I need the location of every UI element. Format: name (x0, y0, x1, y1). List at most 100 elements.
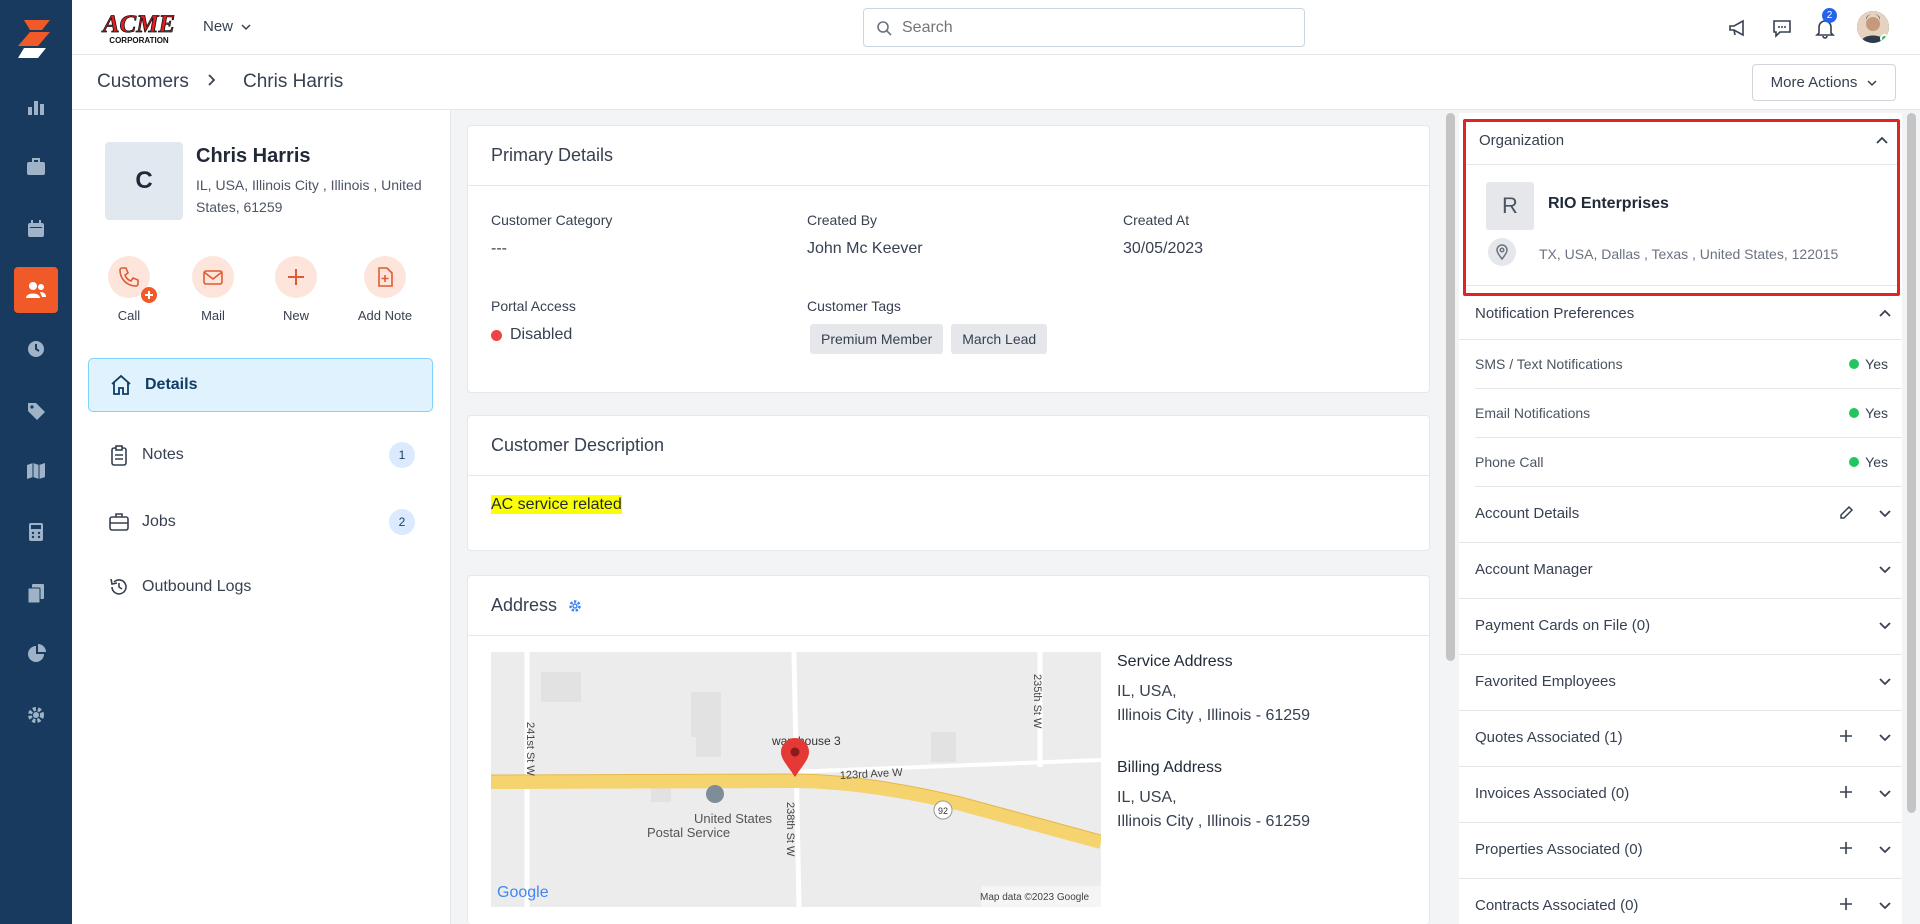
app-logo-icon[interactable] (16, 18, 56, 60)
field-value: 30/05/2023 (1123, 240, 1204, 257)
reports-icon[interactable] (0, 83, 72, 131)
section-title: Quotes Associated (1) (1475, 729, 1623, 746)
add-note-icon (378, 267, 393, 287)
left-nav-rail (0, 0, 72, 924)
add-circle-icon (141, 287, 157, 303)
breadcrumb-customers-link[interactable]: Customers (97, 71, 189, 93)
plus-icon[interactable] (1838, 840, 1854, 856)
status-dot (1849, 457, 1860, 467)
mail-action[interactable]: Mail (173, 256, 253, 323)
chevron-down-icon (1879, 622, 1891, 630)
contracts-associated-section[interactable]: Contracts Associated (0) (1459, 879, 1902, 924)
address-header: Address (468, 576, 1429, 636)
customer-description-title: Customer Description (468, 416, 1429, 476)
section-title: Account Details (1475, 505, 1580, 522)
breadcrumb: Customers Chris Harris More Actions (72, 55, 1920, 110)
right-panel-scrollbar[interactable] (1907, 113, 1916, 813)
organization-avatar: R (1486, 182, 1534, 230)
phone-icon (119, 267, 139, 287)
sidebar-item-notes[interactable]: Notes 1 (88, 428, 433, 482)
sidebar-item-details[interactable]: Details (88, 358, 433, 412)
notification-value: Yes (1865, 405, 1888, 421)
field-label: Portal Access (491, 298, 576, 314)
new-dropdown[interactable]: New (203, 18, 251, 35)
call-action[interactable]: Call (89, 256, 169, 323)
plus-icon (288, 269, 304, 285)
map-attribution: Map data ©2023 Google (980, 892, 1090, 903)
section-title: Contracts Associated (0) (1475, 897, 1639, 914)
google-logo: Google (497, 884, 549, 901)
plus-icon[interactable] (1838, 896, 1854, 912)
address-map[interactable]: 241st St W 235th St W 238th St W 123rd A… (491, 652, 1101, 907)
more-actions-label: More Actions (1770, 74, 1858, 91)
email-notification-row: Email Notifications Yes (1475, 389, 1902, 438)
map-route-label: 92 (938, 806, 948, 816)
map-icon[interactable] (0, 447, 72, 495)
map-poi-label: Postal Service (647, 825, 730, 840)
billing-address-title: Billing Address (1117, 759, 1222, 776)
chat-icon[interactable] (1768, 14, 1796, 42)
billing-address: Billing Address IL, USA, Illinois City ,… (1117, 756, 1310, 834)
more-actions-button[interactable]: More Actions (1752, 64, 1896, 101)
briefcase-icon (109, 513, 129, 531)
status-dot (1849, 408, 1860, 418)
chevron-down-icon (1879, 846, 1891, 854)
section-title: Invoices Associated (0) (1475, 785, 1630, 802)
edit-pencil-icon[interactable] (1838, 505, 1854, 521)
favorited-employees-section[interactable]: Favorited Employees (1459, 655, 1902, 711)
customer-address: IL, USA, Illinois City , Illinois , Unit… (196, 177, 422, 215)
customers-icon[interactable] (14, 267, 58, 313)
calendar-icon[interactable] (0, 205, 72, 253)
online-status-dot (1880, 34, 1889, 43)
analytics-pie-icon[interactable] (0, 630, 72, 678)
new-action[interactable]: New (256, 256, 336, 323)
organization-header[interactable]: Organization (1479, 132, 1564, 149)
chevron-up-icon[interactable] (1875, 134, 1889, 148)
customer-category-field: Customer Category --- (491, 212, 612, 258)
quotes-associated-section[interactable]: Quotes Associated (1) (1459, 711, 1902, 767)
sidebar-item-jobs[interactable]: Jobs 2 (88, 495, 433, 549)
settings-gear-icon[interactable] (567, 598, 583, 614)
status-dot (1849, 359, 1860, 369)
payment-cards-section[interactable]: Payment Cards on File (0) (1459, 599, 1902, 655)
plus-icon[interactable] (1838, 784, 1854, 800)
sidebar-item-outbound-logs[interactable]: Outbound Logs (88, 560, 433, 614)
add-note-action[interactable]: Add Note (345, 256, 425, 323)
location-pin-icon (1488, 238, 1516, 266)
megaphone-icon[interactable] (1724, 14, 1752, 42)
jobs-briefcase-icon[interactable] (0, 143, 72, 191)
history-icon (110, 578, 127, 595)
properties-associated-section[interactable]: Properties Associated (0) (1459, 823, 1902, 879)
map-street-label: 238th St W (784, 802, 796, 857)
settings-gear-icon[interactable] (0, 691, 72, 739)
notification-preferences-header[interactable]: Notification Preferences (1459, 291, 1902, 340)
created-at-field: Created At 30/05/2023 (1123, 212, 1203, 258)
search-input[interactable] (902, 18, 1282, 37)
timesheet-clock-icon[interactable] (0, 325, 72, 373)
search-box[interactable] (863, 8, 1305, 47)
plus-icon[interactable] (1838, 728, 1854, 744)
user-avatar[interactable] (1857, 11, 1889, 43)
organization-name[interactable]: RIO Enterprises (1548, 195, 1669, 213)
new-label: New (282, 308, 309, 323)
chevron-down-icon (1879, 510, 1891, 518)
notification-count-badge: 2 (1822, 8, 1837, 23)
chevron-down-icon (1879, 566, 1891, 574)
sidebar-item-label: Outbound Logs (142, 578, 252, 595)
customer-tag: March Lead (951, 324, 1048, 354)
account-manager-section[interactable]: Account Manager (1459, 543, 1902, 599)
tag-icon[interactable] (0, 387, 72, 435)
address-title: Address (491, 595, 558, 615)
middle-scrollbar[interactable] (1446, 113, 1455, 661)
field-value: Disabled (510, 326, 573, 343)
chevron-down-icon (1879, 734, 1891, 742)
documents-icon[interactable] (0, 569, 72, 617)
calculator-icon[interactable] (0, 508, 72, 556)
account-details-section[interactable]: Account Details (1459, 487, 1902, 543)
invoices-associated-section[interactable]: Invoices Associated (0) (1459, 767, 1902, 823)
customer-tag: Premium Member (810, 324, 944, 354)
map-street-label: 235th St W (1031, 674, 1043, 729)
new-dropdown-label: New (203, 18, 234, 35)
customer-avatar: C (105, 142, 183, 220)
brand-logo[interactable]: ACME CORPORATION (98, 10, 180, 46)
